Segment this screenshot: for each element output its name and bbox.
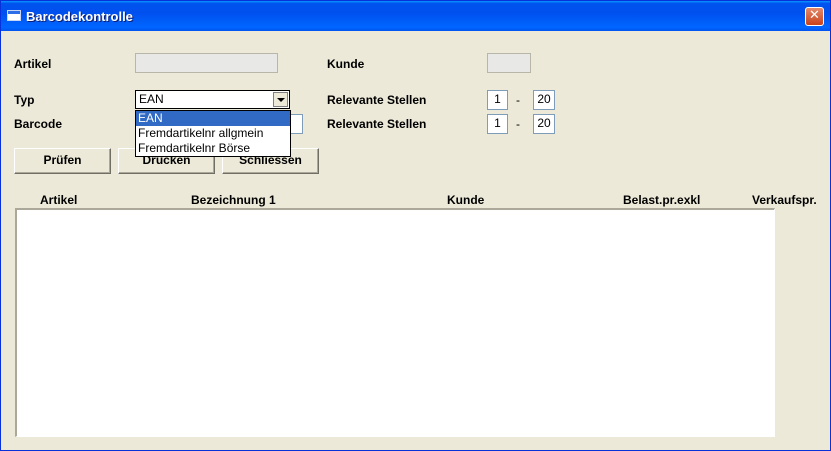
window-title: Barcodekontrolle bbox=[26, 9, 133, 24]
relevante-stellen-label-1: Relevante Stellen bbox=[327, 93, 427, 107]
typ-dropdown-list: EAN Fremdartikelnr allgmein Fremdartikel… bbox=[135, 110, 291, 157]
column-header-artikel[interactable]: Artikel bbox=[40, 193, 77, 207]
close-button[interactable]: ✕ bbox=[805, 7, 824, 26]
pruefen-button[interactable]: Prüfen bbox=[14, 148, 111, 174]
typ-select-value: EAN bbox=[139, 92, 164, 106]
relevante-stellen-1-to[interactable]: 20 bbox=[533, 90, 555, 110]
barcodekontrolle-window: Barcodekontrolle ✕ Artikel Kunde Typ EAN… bbox=[0, 0, 831, 451]
column-header-belast-pr-exkl[interactable]: Belast.pr.exkl bbox=[623, 193, 700, 207]
relevante-stellen-label-2: Relevante Stellen bbox=[327, 117, 427, 131]
relevante-stellen-2-from[interactable]: 1 bbox=[487, 114, 508, 134]
results-grid[interactable] bbox=[15, 208, 775, 437]
kunde-field[interactable] bbox=[487, 53, 531, 73]
column-header-kunde[interactable]: Kunde bbox=[447, 193, 484, 207]
typ-select[interactable]: EAN bbox=[135, 90, 290, 109]
typ-option-fremdartikelnr-allgmein[interactable]: Fremdartikelnr allgmein bbox=[136, 126, 290, 141]
range-separator-1: - bbox=[516, 93, 520, 107]
barcode-label: Barcode bbox=[14, 117, 63, 131]
artikel-label: Artikel bbox=[14, 57, 52, 71]
title-bar[interactable]: Barcodekontrolle ✕ bbox=[1, 1, 830, 31]
artikel-field[interactable] bbox=[135, 53, 278, 73]
typ-label: Typ bbox=[14, 93, 35, 107]
kunde-label: Kunde bbox=[327, 57, 365, 71]
column-header-bezeichnung[interactable]: Bezeichnung 1 bbox=[191, 193, 276, 207]
range-separator-2: - bbox=[516, 117, 520, 131]
relevante-stellen-2-to[interactable]: 20 bbox=[533, 114, 555, 134]
typ-option-ean[interactable]: EAN bbox=[136, 111, 290, 126]
window-icon bbox=[7, 10, 21, 21]
chevron-down-icon[interactable] bbox=[273, 92, 288, 107]
column-header-verkaufspr[interactable]: Verkaufspr. bbox=[752, 193, 817, 207]
typ-option-fremdartikelnr-boerse[interactable]: Fremdartikelnr Börse bbox=[136, 141, 290, 156]
relevante-stellen-1-from[interactable]: 1 bbox=[487, 90, 508, 110]
